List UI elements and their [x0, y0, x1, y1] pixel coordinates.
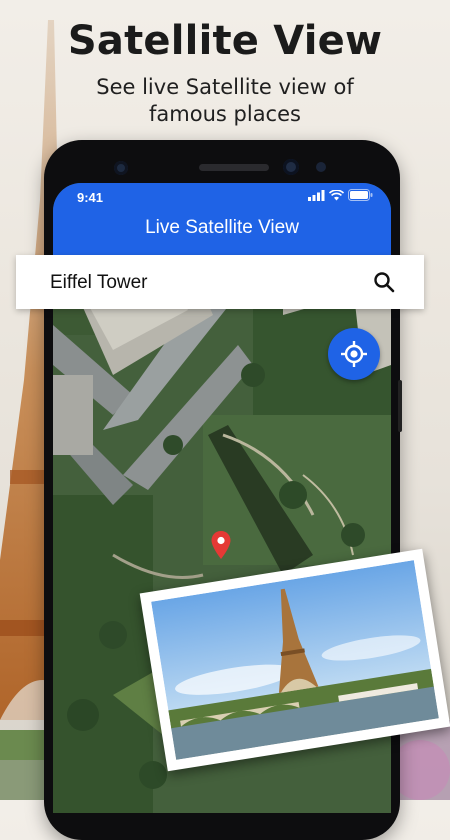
- front-camera: [283, 159, 299, 175]
- signal-icon: [308, 189, 325, 201]
- search-input[interactable]: Eiffel Tower: [50, 272, 148, 294]
- eiffel-tower-photo-image: [151, 560, 439, 760]
- app-bar: 9:41 Live Satellite View: [53, 183, 391, 255]
- app-title: Live Satellite View: [145, 217, 299, 238]
- my-location-icon: [341, 341, 367, 367]
- location-pin-icon[interactable]: [211, 531, 231, 559]
- promo-headline: Satellite View: [67, 18, 383, 64]
- front-sensor: [114, 161, 128, 175]
- promo-subline: See live Satellite view of famous places: [96, 75, 354, 126]
- battery-icon: [348, 189, 373, 201]
- search-bar[interactable]: Eiffel Tower: [16, 255, 424, 309]
- status-icons: [308, 189, 373, 201]
- search-icon[interactable]: [372, 270, 396, 294]
- my-location-button[interactable]: [328, 328, 380, 380]
- phone-speaker: [199, 164, 269, 171]
- proximity-sensor: [316, 162, 326, 172]
- status-time: 9:41: [77, 190, 104, 205]
- wifi-icon: [329, 189, 344, 200]
- phone-side-button: [398, 380, 402, 432]
